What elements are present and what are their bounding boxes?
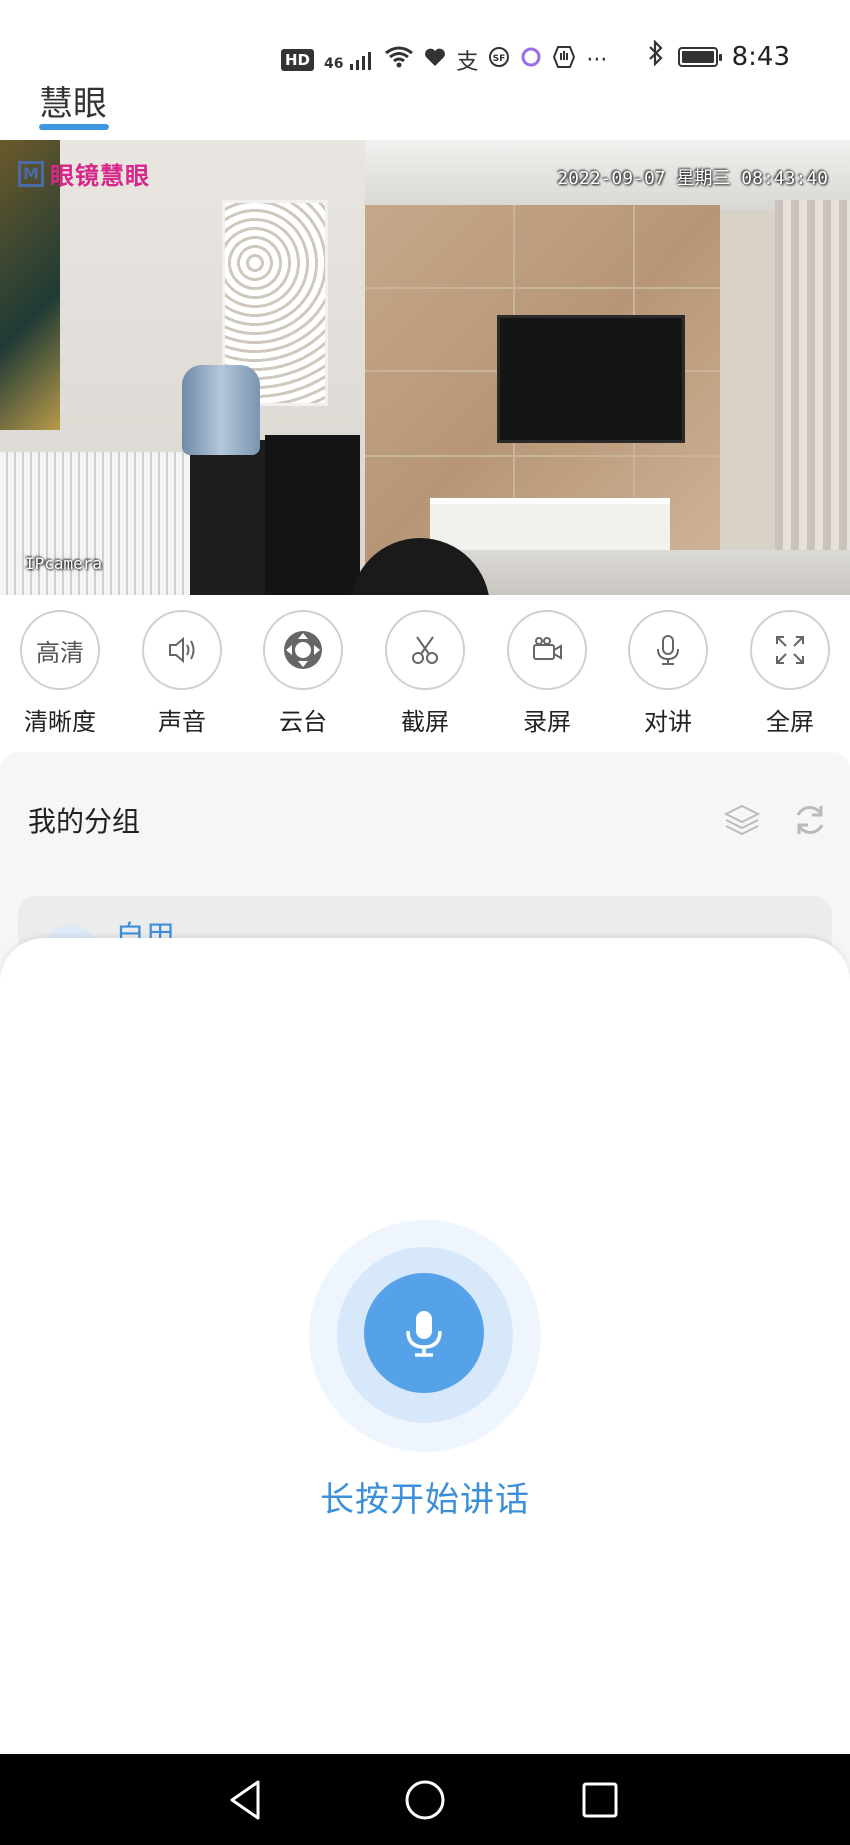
status-icons: HD 46 支 SF ··· (281, 44, 607, 76)
svg-text:SF: SF (493, 54, 506, 64)
bluetooth-icon (648, 39, 664, 73)
camera-timestamp: 2022-09-07 星期三 08:43:40 (557, 168, 828, 189)
speaker-icon[interactable] (142, 610, 222, 690)
group-actions (722, 800, 830, 844)
talk-hint: 长按开始讲话 (320, 1480, 530, 1520)
camera-logo: M 眼镜慧眼 (18, 156, 150, 191)
control-fullscreen[interactable]: 全屏 (740, 610, 840, 737)
sf-icon: SF (488, 46, 510, 74)
control-ptz-label: 云台 (279, 708, 327, 736)
camera-scene-floor (460, 550, 850, 595)
hd-quality-icon[interactable]: 高清 (20, 610, 100, 690)
hold-to-talk-button[interactable] (364, 1273, 484, 1393)
camera-logo-text: 眼镜慧眼 (50, 162, 150, 190)
layers-icon[interactable] (722, 800, 762, 844)
more-icon: ··· (586, 47, 608, 73)
control-sound[interactable]: 声音 (132, 610, 232, 737)
control-intercom[interactable]: 对讲 (618, 610, 718, 737)
control-quality[interactable]: 高清 清晰度 (10, 610, 110, 737)
alipay-icon: 支 (456, 50, 479, 75)
control-sound-label: 声音 (158, 708, 206, 736)
status-right: 8:43 (648, 39, 790, 73)
home-icon[interactable] (397, 1772, 453, 1828)
recents-icon[interactable] (572, 1772, 628, 1828)
app-title[interactable]: 慧眼 (39, 76, 107, 125)
ptz-icon[interactable] (263, 610, 343, 690)
control-ptz[interactable]: 云台 (253, 610, 353, 737)
back-icon[interactable] (218, 1772, 274, 1828)
assistant-icon (520, 46, 542, 74)
microphone-icon[interactable] (628, 610, 708, 690)
camera-scene-speaker (265, 435, 360, 595)
logo-mark-icon: M (18, 160, 44, 187)
hand-icon (552, 45, 576, 75)
refresh-icon[interactable] (790, 800, 830, 844)
signal-4g-icon: 46 (324, 50, 374, 72)
scissors-icon[interactable] (385, 610, 465, 690)
control-screenshot[interactable]: 截屏 (375, 610, 475, 737)
control-screenshot-label: 截屏 (401, 708, 449, 736)
camera-scene-water-bottle (182, 365, 260, 455)
fullscreen-icon[interactable] (750, 610, 830, 690)
quality-icon-text: 高清 (36, 638, 84, 667)
hd-icon: HD (281, 49, 315, 71)
control-quality-label: 清晰度 (24, 708, 96, 736)
video-camera-icon[interactable] (507, 610, 587, 690)
navigation-bar (0, 1754, 850, 1845)
title-underline (39, 124, 109, 130)
camera-scene-curtain (775, 200, 850, 595)
network-type-label: 46 (324, 56, 344, 72)
wifi-icon (384, 45, 414, 75)
status-time: 8:43 (731, 41, 790, 72)
camera-label: IPcamera (25, 554, 103, 573)
control-bar: 高清 清晰度 声音 云台 截屏 录屏 对讲 全屏 (0, 610, 850, 750)
camera-scene-radiator (0, 452, 190, 595)
status-bar: HD 46 支 SF ··· 8:43 (0, 0, 850, 118)
health-icon (424, 47, 446, 73)
group-title: 我的分组 (28, 805, 141, 838)
control-intercom-label: 对讲 (644, 708, 692, 736)
mic-icon (406, 1311, 442, 1357)
control-record-label: 录屏 (523, 708, 571, 736)
control-record[interactable]: 录屏 (497, 610, 597, 737)
camera-view[interactable]: M 眼镜慧眼 2022-09-07 星期三 08:43:40 IPcamera (0, 140, 850, 595)
camera-scene-tv (497, 315, 685, 443)
control-fullscreen-label: 全屏 (766, 708, 814, 736)
battery-icon (677, 46, 722, 67)
